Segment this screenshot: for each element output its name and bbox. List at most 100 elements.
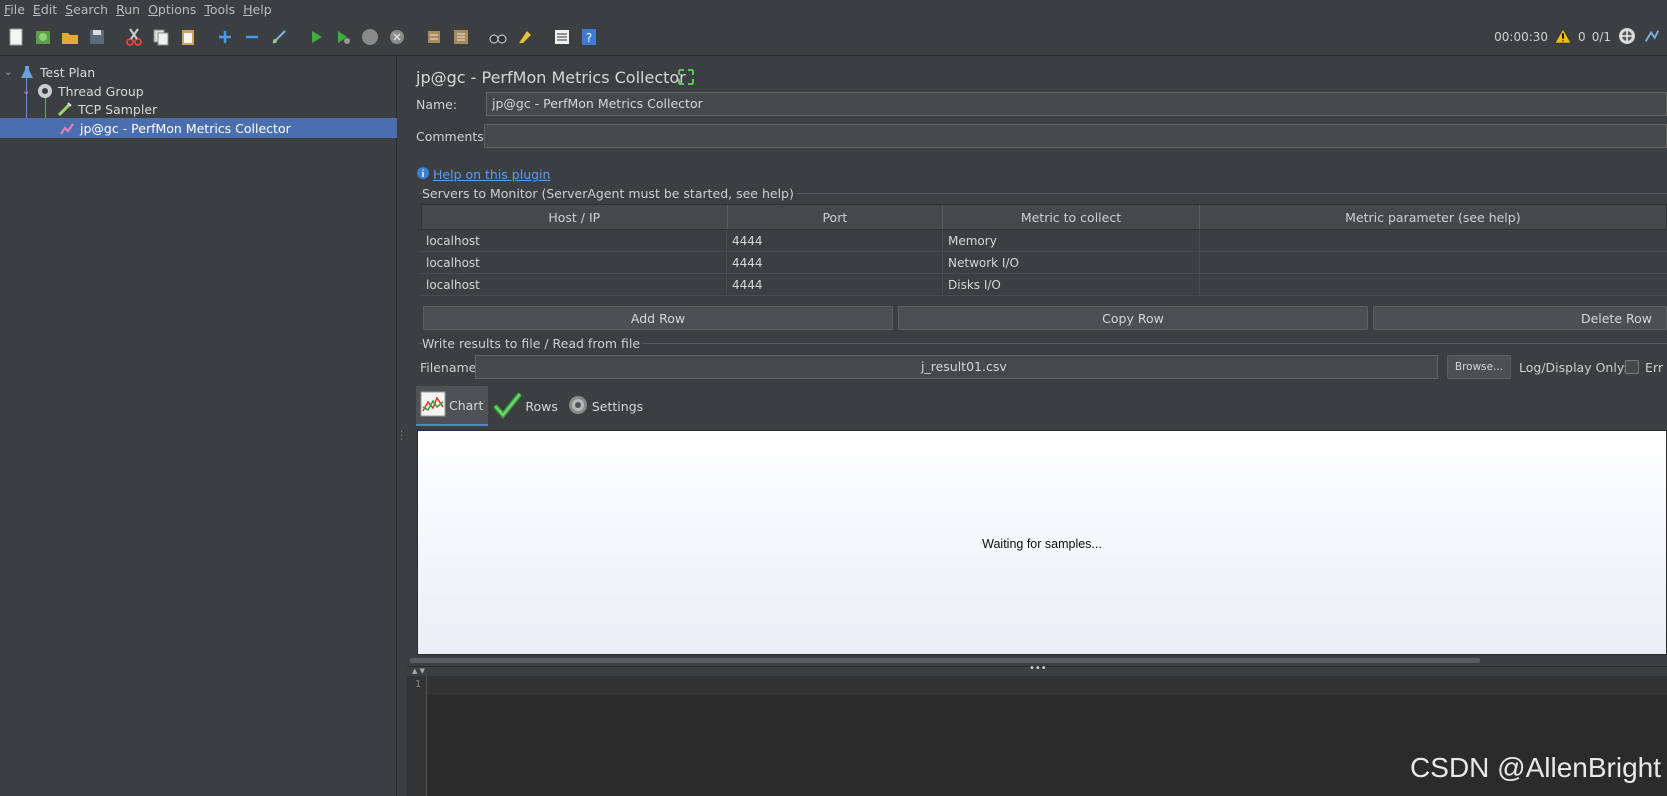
- table-row[interactable]: localhost 4444 Memory: [421, 230, 1667, 252]
- column-header-host[interactable]: Host / IP: [422, 205, 728, 229]
- column-header-metric[interactable]: Metric to collect: [943, 205, 1200, 229]
- warning-icon[interactable]: [1554, 27, 1572, 48]
- chart-icon: [420, 391, 446, 420]
- menu-file[interactable]: File: [2, 1, 31, 18]
- cell-port[interactable]: 4444: [727, 252, 943, 273]
- collapse-arrows-icon[interactable]: ▲ ▼: [412, 667, 425, 675]
- cell-parameter[interactable]: [1200, 252, 1667, 273]
- filename-label: Filename: [420, 360, 477, 375]
- name-field[interactable]: jp@gc - PerfMon Metrics Collector: [486, 92, 1667, 116]
- menu-options[interactable]: Options: [146, 1, 202, 18]
- cell-metric[interactable]: Network I/O: [943, 252, 1200, 273]
- test-plan-icon: [18, 63, 36, 81]
- filename-field[interactable]: j_result01.csv: [475, 355, 1438, 379]
- cell-host[interactable]: localhost: [421, 274, 727, 295]
- tree-item-label: jp@gc - PerfMon Metrics Collector: [80, 120, 291, 136]
- table-row[interactable]: localhost 4444 Disks I/O: [421, 274, 1667, 296]
- tab-chart[interactable]: Chart: [416, 386, 489, 426]
- result-tabs: Chart Rows Settings: [416, 386, 648, 426]
- table-row[interactable]: localhost 4444 Network I/O: [421, 252, 1667, 274]
- perfmon-icon: [58, 119, 76, 137]
- start-no-pauses-icon[interactable]: [331, 25, 355, 49]
- cell-parameter[interactable]: [1200, 274, 1667, 295]
- chevron-down-icon[interactable]: ⌄: [22, 86, 36, 97]
- toggle-icon[interactable]: [267, 25, 291, 49]
- cell-parameter[interactable]: [1200, 230, 1667, 251]
- tree-splitter[interactable]: · · ·: [397, 56, 407, 796]
- cell-port[interactable]: 4444: [727, 274, 943, 295]
- tree-item-thread-group[interactable]: ⌄ Thread Group: [22, 81, 144, 101]
- pipette-icon: [56, 100, 74, 118]
- panel-title: jp@gc - PerfMon Metrics Collector: [416, 68, 686, 87]
- browse-button[interactable]: Browse...: [1447, 355, 1511, 379]
- start-icon[interactable]: [304, 25, 328, 49]
- templates-icon[interactable]: [31, 25, 55, 49]
- cut-icon[interactable]: [122, 25, 146, 49]
- cell-metric[interactable]: Disks I/O: [943, 274, 1200, 295]
- servers-table: Host / IP Port Metric to collect Metric …: [421, 204, 1667, 296]
- new-icon[interactable]: [4, 25, 28, 49]
- tree-item-perfmon-collector[interactable]: jp@gc - PerfMon Metrics Collector: [0, 118, 397, 138]
- menu-help[interactable]: Help: [241, 1, 278, 18]
- menu-search[interactable]: Search: [63, 1, 114, 18]
- remote-icon[interactable]: [1617, 26, 1637, 49]
- waiting-message: Waiting for samples...: [982, 537, 1102, 551]
- comments-field[interactable]: [484, 124, 1667, 148]
- cell-host[interactable]: localhost: [421, 230, 727, 251]
- expand-icon[interactable]: [677, 68, 695, 86]
- scrollbar-thumb[interactable]: [410, 658, 1480, 663]
- expand-all-icon[interactable]: [213, 25, 237, 49]
- errors-checkbox[interactable]: [1625, 360, 1639, 374]
- tab-settings[interactable]: Settings: [563, 386, 648, 426]
- gear-icon: [36, 82, 54, 100]
- menu-run[interactable]: Run: [114, 1, 146, 18]
- tree-item-label: TCP Sampler: [78, 101, 158, 117]
- column-header-parameter[interactable]: Metric parameter (see help): [1200, 205, 1666, 229]
- stop-icon[interactable]: [358, 25, 382, 49]
- save-icon[interactable]: [85, 25, 109, 49]
- column-header-port[interactable]: Port: [728, 205, 944, 229]
- test-plan-tree: ⌄ Test Plan ⌄ Thread Group TCP Sampler j…: [0, 56, 397, 796]
- paste-icon[interactable]: [176, 25, 200, 49]
- copy-row-button[interactable]: Copy Row: [898, 306, 1368, 330]
- open-icon[interactable]: [58, 25, 82, 49]
- shutdown-icon[interactable]: [385, 25, 409, 49]
- reset-search-icon[interactable]: [513, 25, 537, 49]
- log-viewer-icon[interactable]: [1643, 27, 1661, 48]
- tree-item-label: Test Plan: [40, 64, 96, 80]
- perfmon-panel: jp@gc - PerfMon Metrics Collector Name: …: [407, 56, 1667, 796]
- cell-host[interactable]: localhost: [421, 252, 727, 273]
- svg-text:?: ?: [586, 31, 592, 45]
- tab-rows[interactable]: Rows: [488, 386, 563, 426]
- log-splitter[interactable]: ▲ ▼ •••: [407, 663, 1667, 676]
- chevron-down-icon[interactable]: ⌄: [4, 67, 18, 78]
- menu-edit[interactable]: Edit: [31, 1, 63, 18]
- clear-all-icon[interactable]: [449, 25, 473, 49]
- splitter-grip[interactable]: · · ·: [400, 428, 403, 446]
- menu-tools[interactable]: Tools: [202, 1, 241, 18]
- cell-metric[interactable]: Memory: [943, 230, 1200, 251]
- collapse-all-icon[interactable]: [240, 25, 264, 49]
- watermark: CSDN @AllenBright: [1410, 752, 1661, 783]
- search-icon[interactable]: [486, 25, 510, 49]
- tree-item-test-plan[interactable]: ⌄ Test Plan: [4, 62, 95, 82]
- clear-icon[interactable]: [422, 25, 446, 49]
- add-row-button[interactable]: Add Row: [423, 306, 893, 330]
- tree-item-tcp-sampler[interactable]: TCP Sampler: [56, 99, 157, 119]
- copy-icon[interactable]: [149, 25, 173, 49]
- file-group-title: Write results to file / Read from file: [422, 336, 644, 351]
- warning-count: 0: [1578, 30, 1586, 44]
- cell-port[interactable]: 4444: [727, 230, 943, 251]
- help-link-row: Help on this plugin: [416, 166, 550, 183]
- delete-row-button[interactable]: Delete Row: [1373, 306, 1667, 330]
- toolbar: ? 00:00:30 0 0/1: [0, 18, 1667, 56]
- chart-canvas[interactable]: Waiting for samples...: [417, 430, 1667, 655]
- splitter-grip[interactable]: •••: [1029, 663, 1047, 674]
- active-threads: 0/1: [1591, 30, 1611, 44]
- servers-group-title: Servers to Monitor (ServerAgent must be …: [422, 186, 797, 201]
- function-helper-icon[interactable]: [550, 25, 574, 49]
- help-on-plugin-link[interactable]: Help on this plugin: [433, 167, 550, 182]
- help-icon[interactable]: ?: [577, 25, 601, 49]
- info-icon: [416, 166, 430, 183]
- gear-icon: [567, 394, 589, 419]
